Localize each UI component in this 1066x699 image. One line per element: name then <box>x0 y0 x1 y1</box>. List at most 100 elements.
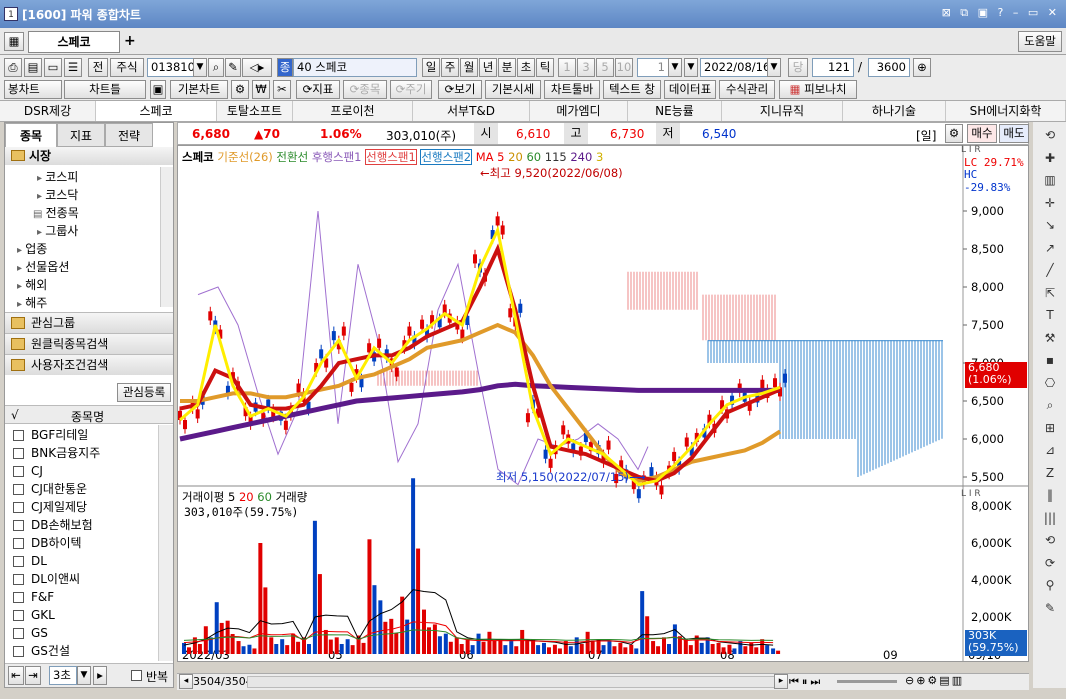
compare-stock-5[interactable]: 메가엠디 <box>530 101 628 121</box>
pen-icon[interactable]: ✎ <box>1041 599 1059 617</box>
tree-expand-icon[interactable]: ▸ <box>37 227 45 238</box>
tree-item-6[interactable]: ▸ 해외 <box>17 276 47 293</box>
period-second[interactable]: 초 <box>517 58 535 77</box>
all-button[interactable]: 전 <box>88 58 108 77</box>
list-icon[interactable]: ☰ <box>64 58 82 77</box>
interval-chevron-icon[interactable]: ▼ <box>668 58 682 77</box>
stock-checkbox[interactable] <box>13 448 24 459</box>
stock-checkbox[interactable] <box>13 484 24 495</box>
chart-toolbar-button[interactable]: 차트툴바 <box>544 80 600 99</box>
tree-expand-icon[interactable]: ▸ <box>17 263 25 274</box>
tab-stock[interactable]: 종목 <box>5 123 57 147</box>
period-month[interactable]: 월 <box>460 58 478 77</box>
stock-checkbox[interactable] <box>13 646 24 657</box>
compare-stock-button[interactable]: ⟳종목 <box>343 80 387 99</box>
compare-stock-0[interactable]: DSR제강 <box>0 101 96 121</box>
save-chart-icon[interactable]: ▣ <box>150 80 166 99</box>
interval-3[interactable]: 3 <box>577 58 595 77</box>
stock-row[interactable]: DL <box>9 552 159 570</box>
tree-expand-icon[interactable]: ▸ <box>17 245 25 256</box>
interval-input[interactable]: 1 <box>637 58 669 77</box>
stock-row[interactable]: GS건설 <box>9 642 159 660</box>
stock-type-select[interactable]: 주식 <box>110 58 144 77</box>
chart-area[interactable]: 5,5006,0006,5007,0007,5008,0008,5009,000… <box>177 145 1029 662</box>
stock-checkbox[interactable] <box>13 502 24 513</box>
stock-row[interactable]: CJ대한통운 <box>9 480 159 498</box>
search-icon[interactable]: ⌕ <box>208 58 224 77</box>
stock-checkbox[interactable] <box>13 538 24 549</box>
today-icon[interactable]: 당 <box>788 58 808 77</box>
magnify-icon[interactable]: ⚲ <box>1041 576 1059 594</box>
trend-line-icon[interactable]: ↗ <box>1041 239 1059 257</box>
date-chevron-icon[interactable]: ▼ <box>684 58 698 77</box>
won-button[interactable]: ₩ <box>252 80 270 99</box>
tree-expand-icon[interactable]: ▸ <box>37 173 45 184</box>
stock-checkbox[interactable] <box>13 610 24 621</box>
stock-row[interactable]: CJ <box>9 462 159 480</box>
grid-tool-icon[interactable]: ⊞ <box>1041 419 1059 437</box>
compare-stock-9[interactable]: SH에너지화학 <box>946 101 1066 121</box>
sell-button[interactable]: 매도 <box>999 124 1029 143</box>
date-dropdown-icon[interactable]: ▼ <box>767 58 781 77</box>
stock-scrollbar[interactable] <box>158 425 173 661</box>
interval-select[interactable]: 3초 <box>49 666 77 685</box>
tree-item-3[interactable]: ▸ 그룹사 <box>37 222 78 239</box>
chevron-down-icon[interactable]: ▼ <box>193 58 207 77</box>
help-button[interactable]: 도움말 <box>1018 31 1062 52</box>
settings-gear-icon[interactable]: ⚙ <box>945 124 963 143</box>
basic-quote-button[interactable]: 기본시세 <box>485 80 541 99</box>
tree-item-1[interactable]: ▸ 코스닥 <box>37 186 78 203</box>
tree-item-4[interactable]: ▸ 업종 <box>17 240 47 257</box>
window-icon[interactable]: ▭ <box>44 58 62 77</box>
indicator-button[interactable]: ⟳지표 <box>296 80 340 99</box>
compare-stock-2[interactable]: 토탈소프트 <box>217 101 293 121</box>
interval-1[interactable]: 1 <box>558 58 576 77</box>
zoom-tool-icon[interactable]: ⎔ <box>1041 374 1059 392</box>
settings-icon[interactable]: ⚙ <box>231 80 249 99</box>
count-input[interactable]: 121 <box>812 58 854 77</box>
tree-item-5[interactable]: ▸ 선물옵션 <box>17 258 69 275</box>
prev-icon[interactable]: ⇤ <box>8 666 24 685</box>
scroll-left-icon[interactable]: ◂ <box>179 674 193 689</box>
stock-code-input[interactable]: 013810 <box>147 58 195 77</box>
zoom-icon[interactable]: ⊕ <box>913 58 931 77</box>
compare-stock-3[interactable]: 프로이천 <box>293 101 413 121</box>
stock-row[interactable]: CJ제일제당 <box>9 498 159 516</box>
z-tool-icon[interactable]: Z <box>1041 464 1059 482</box>
next-icon[interactable]: ⇥ <box>25 666 41 685</box>
buy-button[interactable]: 매수 <box>967 124 997 143</box>
tree-item-2[interactable]: ▤ 전종목 <box>33 204 79 221</box>
tree-item-7[interactable]: ▸ 해주 <box>17 294 47 311</box>
compare-stock-6[interactable]: NE능률 <box>628 101 722 121</box>
basic-chart-button[interactable]: 기본차트 <box>170 80 228 99</box>
stock-checkbox[interactable] <box>13 628 24 639</box>
chart-frame-select[interactable]: 차트틀 <box>64 80 146 99</box>
stock-row[interactable]: DB하이텍 <box>9 534 159 552</box>
scissors-icon[interactable]: ✂ <box>273 80 291 99</box>
stock-name-field[interactable]: 40 스페코 <box>293 58 417 77</box>
section-1[interactable]: 원클릭종목검색 <box>5 333 173 354</box>
section-2[interactable]: 사용자조건검색 <box>5 354 173 375</box>
vertical-lines-icon[interactable]: ||| <box>1041 509 1059 527</box>
stock-checkbox[interactable] <box>13 556 24 567</box>
repeat-checkbox[interactable] <box>131 670 142 681</box>
tree-root[interactable]: 시장 <box>5 147 173 165</box>
stock-checkbox[interactable] <box>13 592 24 603</box>
refresh-icon[interactable]: ⟲ <box>1041 126 1059 144</box>
view-button[interactable]: ⟳보기 <box>438 80 482 99</box>
register-button[interactable]: 관심등록 <box>117 383 171 402</box>
compare-stock-1[interactable]: 스페코 <box>96 101 217 121</box>
crosshair-icon[interactable]: ✛ <box>1041 194 1059 212</box>
data-table-button[interactable]: 데이터표 <box>664 80 716 99</box>
text-window-button[interactable]: 텍스트 창 <box>603 80 661 99</box>
date-input[interactable]: 2022/08/16 <box>700 58 768 77</box>
tab-active[interactable]: 스페코 <box>28 31 120 53</box>
section-0[interactable]: 관심그룹 <box>5 312 173 333</box>
sound-icon[interactable]: ◁▸ <box>242 58 272 77</box>
stock-checkbox[interactable] <box>13 430 24 441</box>
period-minute[interactable]: 분 <box>498 58 516 77</box>
line-icon[interactable]: ╱ <box>1041 261 1059 279</box>
window-controls[interactable]: ⊠ ⧉ ▣ ? – ▭ ✕ <box>942 6 1060 20</box>
zoom-slider[interactable] <box>837 680 897 683</box>
scroll-right-icon[interactable]: ▸ <box>774 674 788 689</box>
